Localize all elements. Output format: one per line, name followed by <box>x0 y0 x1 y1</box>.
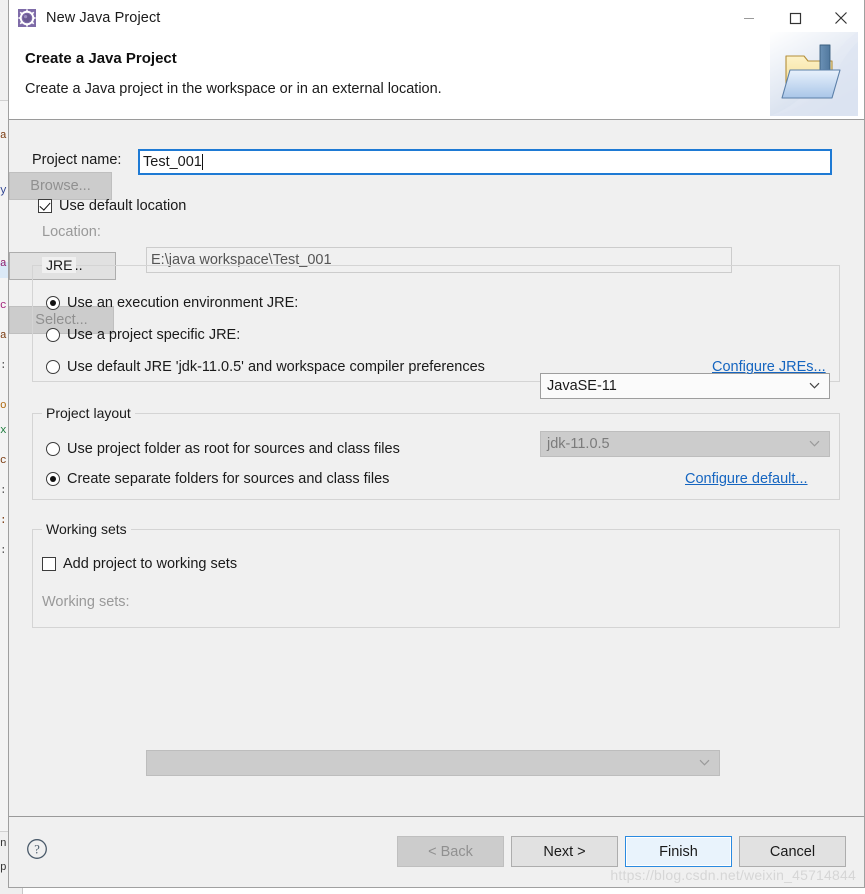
footer-button-group: < Back Next > Finish Cancel <box>390 836 846 867</box>
jre-default-label: Use default JRE 'jdk-11.0.5' and workspa… <box>67 359 485 375</box>
add-to-working-sets-row[interactable]: Add project to working sets <box>42 556 237 572</box>
jre-execution-env-label: Use an execution environment JRE: <box>67 295 298 311</box>
add-to-working-sets-label: Add project to working sets <box>63 556 237 572</box>
configure-default-link[interactable]: Configure default... <box>685 471 808 487</box>
working-sets-list-row: Working sets: <box>42 594 130 610</box>
new-java-project-banner-icon <box>770 32 858 116</box>
working-sets-group-title: Working sets <box>42 521 131 537</box>
working-sets-list-label: Working sets: <box>42 594 130 610</box>
minimize-icon[interactable] <box>726 0 772 36</box>
dialog-title: New Java Project <box>46 10 160 26</box>
project-layout-separate-label: Create separate folders for sources and … <box>67 471 389 487</box>
chevron-down-icon <box>809 377 820 393</box>
use-default-location-row[interactable]: Use default location <box>38 198 186 214</box>
svg-text:?: ? <box>34 843 40 857</box>
working-sets-combo[interactable] <box>146 750 720 776</box>
cancel-button[interactable]: Cancel <box>739 836 846 867</box>
project-layout-option-separate[interactable]: Create separate folders for sources and … <box>46 471 389 487</box>
maximize-icon[interactable] <box>772 0 818 36</box>
project-layout-root-radio[interactable] <box>46 442 60 456</box>
jre-project-specific-label: Use a project specific JRE: <box>67 327 240 343</box>
watermark: https://blog.csdn.net/weixin_45714844 <box>610 867 856 883</box>
chevron-down-icon <box>699 754 710 770</box>
wizard-page-title: Create a Java Project <box>25 50 177 67</box>
working-sets-group: Working sets <box>32 529 840 628</box>
project-name-row: Project name: <box>32 152 121 168</box>
project-name-value: Test_001 <box>143 154 202 170</box>
java-project-wizard-icon <box>17 8 37 28</box>
project-layout-root-label: Use project folder as root for sources a… <box>67 441 400 457</box>
screenshot-root: a y a c a : o x c : : : n p <box>0 0 865 894</box>
wizard-header: Create a Java Project Create a Java proj… <box>9 36 864 120</box>
project-name-label: Project name: <box>32 152 121 168</box>
finish-button[interactable]: Finish <box>625 836 732 867</box>
back-button[interactable]: < Back <box>397 836 504 867</box>
use-default-location-label: Use default location <box>59 198 186 214</box>
jre-execution-env-radio[interactable] <box>46 296 60 310</box>
project-layout-option-root[interactable]: Use project folder as root for sources a… <box>46 441 400 457</box>
next-button[interactable]: Next > <box>511 836 618 867</box>
jre-project-specific-radio[interactable] <box>46 328 60 342</box>
wizard-page-description: Create a Java project in the workspace o… <box>25 81 442 97</box>
window-controls <box>726 0 864 36</box>
execution-environment-value: JavaSE-11 <box>547 378 617 394</box>
jre-default-radio[interactable] <box>46 360 60 374</box>
close-icon[interactable] <box>818 0 864 36</box>
text-caret <box>202 154 203 170</box>
project-layout-group-title: Project layout <box>42 405 135 421</box>
project-name-input[interactable]: Test_001 <box>138 149 832 175</box>
help-question-icon[interactable]: ? <box>26 838 48 860</box>
dialog-footer: ? < Back Next > Finish Cancel https://bl… <box>9 816 864 887</box>
add-to-working-sets-checkbox[interactable] <box>42 557 56 571</box>
jre-option-project-specific[interactable]: Use a project specific JRE: <box>46 327 240 343</box>
jre-option-execution-env[interactable]: Use an execution environment JRE: <box>46 295 298 311</box>
configure-jres-link[interactable]: Configure JREs... <box>712 359 826 375</box>
use-default-location-checkbox[interactable] <box>38 199 52 213</box>
dialog-title-bar[interactable]: New Java Project <box>9 0 864 36</box>
location-label: Location: <box>42 224 101 240</box>
project-layout-separate-radio[interactable] <box>46 472 60 486</box>
location-row: Location: <box>42 224 101 240</box>
browse-button[interactable]: Browse... <box>9 172 112 200</box>
execution-environment-combo[interactable]: JavaSE-11 <box>540 373 830 399</box>
jre-group-title: JRE <box>42 257 76 273</box>
wizard-body: Project name: Test_001 Use default locat… <box>9 120 864 816</box>
new-java-project-dialog: New Java Project Create a Java Project C… <box>8 0 865 888</box>
jre-option-default[interactable]: Use default JRE 'jdk-11.0.5' and workspa… <box>46 359 485 375</box>
